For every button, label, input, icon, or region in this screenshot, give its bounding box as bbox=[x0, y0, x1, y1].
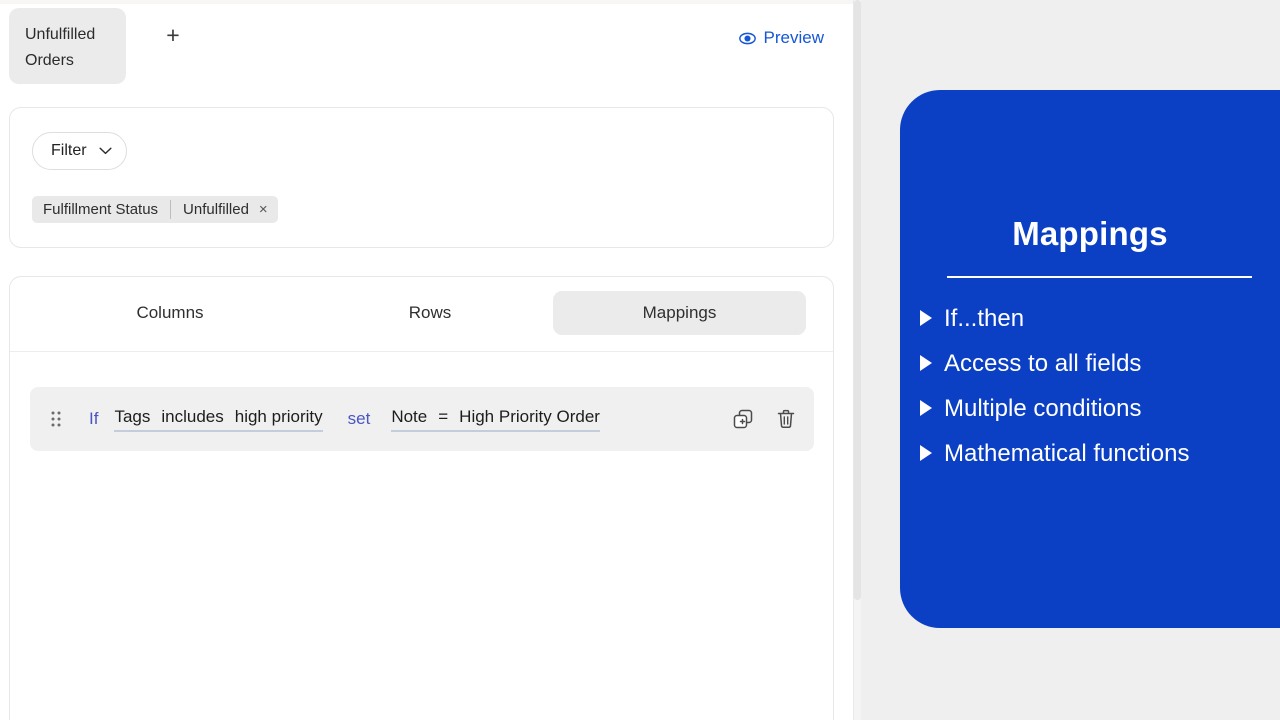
mapping-target-field: Note bbox=[391, 406, 428, 426]
mapping-equals-sign: = bbox=[438, 406, 449, 426]
promo-area: Mappings If...then Access to all fields bbox=[861, 0, 1280, 720]
mapping-condition-value: high priority bbox=[234, 406, 323, 426]
mapping-condition-expression[interactable]: Tags includes high priority bbox=[114, 406, 323, 432]
mapping-target-value: High Priority Order bbox=[459, 406, 600, 426]
promo-title: Mappings bbox=[1012, 215, 1168, 252]
filter-chip-value: Unfulfilled bbox=[183, 201, 249, 218]
tab-columns-label: Columns bbox=[136, 303, 204, 322]
eye-icon bbox=[738, 30, 756, 47]
filter-chip[interactable]: Fulfillment Status Unfulfilled × bbox=[32, 196, 278, 223]
screen: Unfulfilled Orders + Preview Filter Fulf… bbox=[0, 0, 1280, 720]
mapping-action-expression[interactable]: Note = High Priority Order bbox=[391, 407, 600, 432]
view-tab-strip: Unfulfilled Orders + Preview bbox=[0, 4, 853, 84]
tab-rows-label: Rows bbox=[408, 303, 452, 322]
promo-feature-list: If...then Access to all fields Multiple … bbox=[919, 296, 1279, 476]
plus-icon: + bbox=[166, 21, 180, 48]
preview-label: Preview bbox=[763, 28, 824, 47]
promo-bullet-label: Multiple conditions bbox=[944, 395, 1142, 422]
mapping-tabs: Columns Rows Mappings bbox=[10, 277, 833, 352]
triangle-right-icon bbox=[919, 341, 933, 372]
mapping-condition-operator: includes bbox=[161, 406, 224, 426]
filter-dropdown-button[interactable]: Filter bbox=[32, 132, 127, 170]
promo-bullet-label: If...then bbox=[944, 305, 1025, 332]
vertical-scrollbar-thumb[interactable] bbox=[854, 0, 861, 600]
view-tab-unfulfilled-orders[interactable]: Unfulfilled Orders bbox=[9, 8, 126, 84]
list-item: Multiple conditions bbox=[919, 386, 1279, 431]
mappings-card: Columns Rows Mappings If Tags includes h… bbox=[9, 276, 834, 720]
filter-button-label: Filter bbox=[51, 142, 87, 159]
list-item: If...then bbox=[919, 296, 1279, 341]
list-item: Access to all fields bbox=[919, 341, 1279, 386]
add-view-button[interactable]: + bbox=[158, 20, 188, 50]
mapping-condition-field: Tags bbox=[114, 406, 151, 426]
mapping-if-keyword: If bbox=[89, 409, 99, 428]
view-tab-label: Unfulfilled Orders bbox=[25, 26, 96, 69]
tab-columns[interactable]: Columns bbox=[72, 291, 268, 335]
chevron-down-icon bbox=[99, 147, 112, 155]
tab-mappings[interactable]: Mappings bbox=[553, 291, 806, 335]
mapping-set-keyword: set bbox=[347, 409, 371, 428]
promo-bullet-label: Access to all fields bbox=[944, 350, 1142, 377]
tab-mappings-label: Mappings bbox=[642, 303, 717, 322]
close-icon[interactable]: × bbox=[256, 196, 278, 223]
app-pane: Unfulfilled Orders + Preview Filter Fulf… bbox=[0, 0, 853, 720]
tab-rows[interactable]: Rows bbox=[332, 291, 528, 335]
filter-chip-key: Fulfillment Status bbox=[43, 201, 159, 218]
promo-divider bbox=[947, 276, 1252, 278]
triangle-right-icon bbox=[919, 296, 933, 327]
triangle-right-icon bbox=[919, 386, 933, 417]
drag-handle-icon[interactable] bbox=[30, 410, 65, 428]
promo-panel: Mappings If...then Access to all fields bbox=[900, 90, 1280, 628]
trash-icon[interactable] bbox=[775, 408, 797, 430]
triangle-right-icon bbox=[919, 431, 933, 462]
promo-bullet-label: Mathematical functions bbox=[944, 440, 1190, 467]
list-item: Mathematical functions bbox=[919, 431, 1279, 476]
filter-card: Filter Fulfillment Status Unfulfilled × bbox=[9, 107, 834, 248]
duplicate-icon[interactable] bbox=[732, 408, 754, 430]
preview-button[interactable]: Preview bbox=[738, 28, 824, 48]
mapping-row-actions bbox=[732, 408, 797, 430]
mapping-summary-row[interactable]: If Tags includes high priority set Note … bbox=[30, 387, 814, 451]
